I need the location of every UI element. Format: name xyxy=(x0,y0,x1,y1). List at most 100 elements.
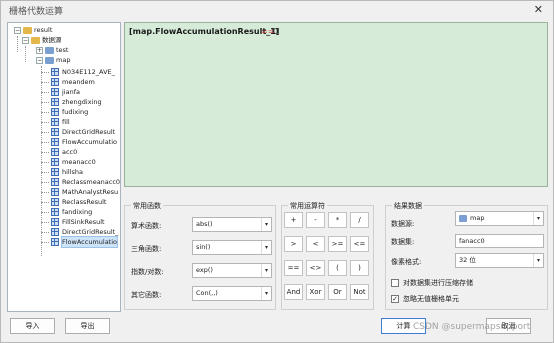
datasource-icon xyxy=(45,56,54,64)
grid-dataset-icon xyxy=(51,208,59,216)
grid-dataset-icon xyxy=(51,218,59,226)
operator-key[interactable]: <> xyxy=(306,260,325,276)
operator-key[interactable]: > xyxy=(284,236,303,252)
folder-icon xyxy=(31,36,40,44)
tree-dataset-item[interactable]: MathAnalystResu xyxy=(51,187,118,197)
expression-operand: [map.FlowAccumulationResult_1] xyxy=(129,27,280,36)
tree-root[interactable]: result xyxy=(23,25,52,35)
trig-function-select[interactable]: sin() ▾ xyxy=(192,240,272,255)
watermark: CSDN @supermapsupport xyxy=(413,322,531,332)
tree-dataset-item[interactable]: Reclassmeanacc0 xyxy=(51,177,120,187)
exp-log-function-select[interactable]: exp() ▾ xyxy=(192,263,272,278)
grid-dataset-icon xyxy=(51,128,59,136)
functions-group-title: 常用函数 xyxy=(131,201,163,211)
raster-algebra-dialog: 栅格代数运算 ✕ − result − 数据源 + test − map N03… xyxy=(0,0,554,343)
import-button[interactable]: 导入 xyxy=(10,318,55,334)
collapse-datasource-icon[interactable]: − xyxy=(22,37,29,44)
tree-dataset-item[interactable]: fudixing xyxy=(51,107,88,117)
tree-dataset-item[interactable]: fill xyxy=(51,117,70,127)
operator-key[interactable]: < xyxy=(306,236,325,252)
grid-dataset-icon xyxy=(51,78,59,86)
grid-dataset-icon xyxy=(51,138,59,146)
compress-checkbox[interactable] xyxy=(391,279,399,287)
result-datasource-label: 数据源: xyxy=(391,220,415,228)
grid-dataset-icon xyxy=(51,108,59,116)
tree-dataset-item[interactable]: DirectGridResult xyxy=(51,127,115,137)
tree-datasource-test[interactable]: test xyxy=(45,45,68,55)
chevron-down-icon: ▾ xyxy=(261,264,271,277)
operator-key[interactable]: - xyxy=(306,212,325,228)
operator-key[interactable]: Xor xyxy=(306,284,325,300)
tree-dataset-item[interactable]: FlowAccumulatio xyxy=(51,236,119,248)
datasource-icon xyxy=(45,46,54,54)
grid-dataset-icon xyxy=(51,238,59,246)
grid-dataset-icon xyxy=(51,168,59,176)
expand-test-icon[interactable]: + xyxy=(36,47,43,54)
tree-dataset-item[interactable]: hillsha xyxy=(51,167,83,177)
grid-dataset-icon xyxy=(51,198,59,206)
other-function-select[interactable]: Con(,,) ▾ xyxy=(192,286,272,301)
tree-dataset-item[interactable]: N034E112_AVE_ xyxy=(51,67,115,77)
tree-dataset-item[interactable]: meandem xyxy=(51,77,95,87)
grid-dataset-icon xyxy=(51,88,59,96)
ignore-nodata-checkbox[interactable]: ✓ xyxy=(391,295,399,303)
result-datasource-select[interactable]: map ▾ xyxy=(455,211,544,226)
grid-dataset-icon xyxy=(51,118,59,126)
datasource-icon xyxy=(459,215,467,222)
tree-dataset-item[interactable]: FlowAccumulatio xyxy=(51,137,117,147)
pixel-format-label: 像素格式: xyxy=(391,258,422,266)
tree-datasource-map[interactable]: map xyxy=(45,55,70,65)
window-title: 栅格代数运算 xyxy=(9,7,64,17)
tree-dataset-item[interactable]: fandixing xyxy=(51,207,92,217)
expression-editor[interactable]: [map.FlowAccumulationResult_1] == 0 xyxy=(124,22,548,187)
operator-key[interactable]: ) xyxy=(350,260,369,276)
result-dataset-input[interactable]: fanacc0 xyxy=(455,234,544,248)
result-dataset-label: 数据集: xyxy=(391,238,415,246)
tree-dataset-item[interactable]: FillSinkResult xyxy=(51,217,105,227)
grid-dataset-icon xyxy=(51,188,59,196)
export-button[interactable]: 导出 xyxy=(65,318,110,334)
collapse-map-icon[interactable]: − xyxy=(36,57,43,64)
operator-key[interactable]: ( xyxy=(328,260,347,276)
tree-dataset-item[interactable]: jianfa xyxy=(51,87,80,97)
chevron-down-icon: ▾ xyxy=(261,241,271,254)
tree-dataset-item[interactable]: ReclassResult xyxy=(51,197,106,207)
operator-key[interactable]: <= xyxy=(350,236,369,252)
tree-dataset-item[interactable]: acc0 xyxy=(51,147,77,157)
ignore-nodata-label: 忽略无值栅格单元 xyxy=(403,295,459,303)
chevron-down-icon: ▾ xyxy=(261,218,271,231)
pixel-format-select[interactable]: 32 位 ▾ xyxy=(455,253,544,268)
tree-dataset-item[interactable]: zhengdixing xyxy=(51,97,102,107)
other-label: 其它函数: xyxy=(131,291,162,299)
grid-dataset-icon xyxy=(51,148,59,156)
operator-key[interactable]: >= xyxy=(328,236,347,252)
operator-key[interactable]: + xyxy=(284,212,303,228)
result-group-title: 结果数据 xyxy=(392,201,424,211)
operator-key[interactable]: / xyxy=(350,212,369,228)
chevron-down-icon: ▾ xyxy=(261,287,271,300)
expression-value: 0 xyxy=(273,27,279,36)
title-bar: 栅格代数运算 ✕ xyxy=(1,1,553,19)
arith-function-select[interactable]: abs() ▾ xyxy=(192,217,272,232)
trig-label: 三角函数: xyxy=(131,245,162,253)
chevron-down-icon: ▾ xyxy=(533,254,543,267)
operator-key[interactable]: * xyxy=(328,212,347,228)
chevron-down-icon: ▾ xyxy=(533,212,543,225)
operator-key[interactable]: == xyxy=(284,260,303,276)
tree-datasource[interactable]: 数据源 xyxy=(31,35,62,45)
dataset-tree[interactable]: − result − 数据源 + test − map N034E112_AVE… xyxy=(7,22,121,312)
compress-label: 对数据集进行压缩存储 xyxy=(403,279,473,287)
exp-log-label: 指数/对数: xyxy=(131,268,164,276)
operator-key[interactable]: And xyxy=(284,284,303,300)
grid-dataset-icon xyxy=(51,158,59,166)
operator-key[interactable]: Not xyxy=(350,284,369,300)
close-icon[interactable]: ✕ xyxy=(534,3,543,16)
operator-key[interactable]: Or xyxy=(328,284,347,300)
operators-group-title: 常用运算符 xyxy=(288,201,327,211)
grid-dataset-icon xyxy=(51,68,59,76)
tree-dataset-item[interactable]: meanacc0 xyxy=(51,157,96,167)
folder-icon xyxy=(23,26,32,34)
collapse-root-icon[interactable]: − xyxy=(14,27,21,34)
tree-dataset-item[interactable]: DirectGridResult_ xyxy=(51,227,118,237)
grid-dataset-icon xyxy=(51,228,59,236)
